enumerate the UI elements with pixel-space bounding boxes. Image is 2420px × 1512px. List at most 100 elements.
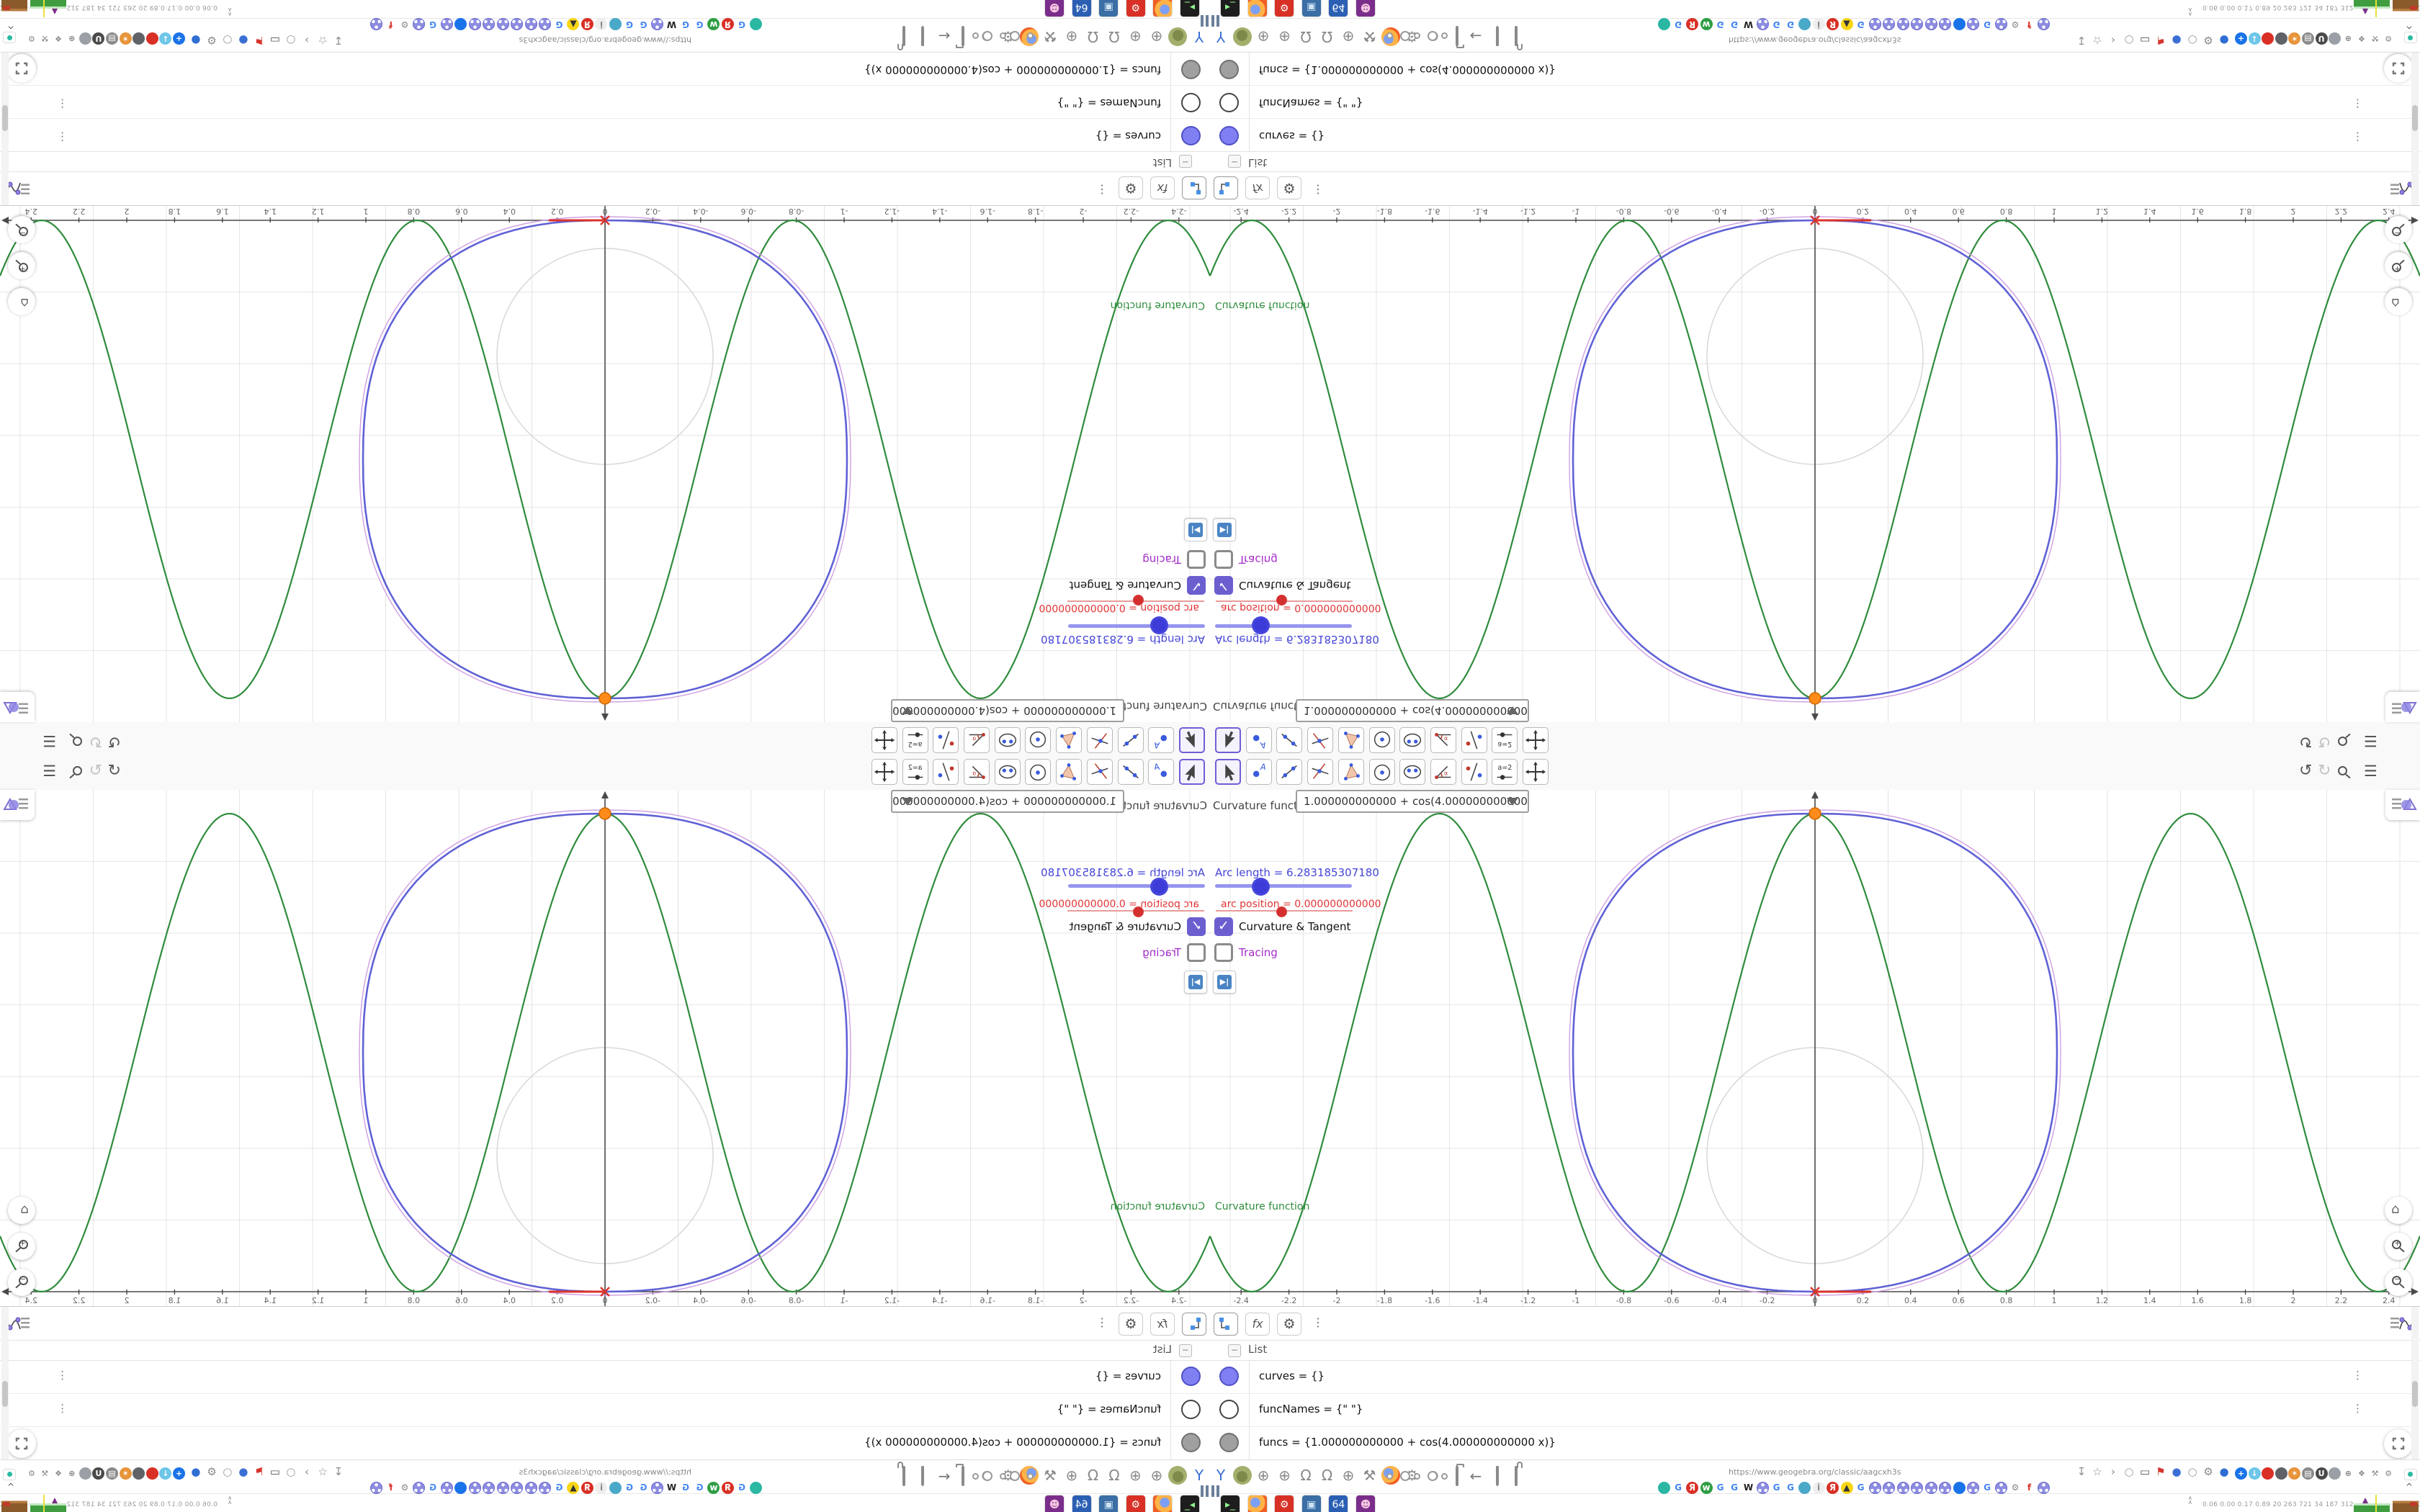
ublock-extension-icon[interactable]: U [2315,1467,2328,1480]
arc-length-slider-handle[interactable] [1150,878,1168,896]
search-icon[interactable] [2338,766,2347,775]
icon[interactable] [1010,1471,1020,1481]
wrench-extension-icon[interactable]: ⚒ [39,1467,51,1480]
tool-angle-button[interactable]: α [1430,759,1456,785]
gear-icon[interactable]: ⚙ [1119,176,1143,199]
google-favicon[interactable]: G [637,18,650,30]
chat-icon[interactable]: ● [2169,1464,2184,1479]
reader-icon[interactable]: ● [1168,1466,1188,1485]
globe-icon[interactable]: ⊕ [1062,27,1081,46]
google-favicon[interactable]: G [1785,18,1797,30]
puzzle-extension-icon[interactable]: ❖ [53,32,65,45]
wrench-extension-icon[interactable]: ⚒ [39,32,51,45]
red-badge-extension-icon[interactable] [2262,32,2275,45]
frame-icon[interactable]: ▭ [268,1464,282,1479]
google-favicon[interactable]: G [1672,1482,1685,1494]
collapse-list-button[interactable]: − [1179,1344,1192,1357]
tool-ellipse-button[interactable] [995,759,1021,785]
favicon[interactable] [750,18,762,30]
archive-extension-icon[interactable]: ▤ [2302,32,2314,45]
terminal-app-icon[interactable]: ▸_ [1220,1495,1240,1512]
pause-icon[interactable] [1198,15,1209,27]
circle-icon[interactable]: ○ [220,33,235,48]
yandex-favicon[interactable]: Я [581,18,593,30]
visibility-marker[interactable] [1181,1367,1201,1386]
function-input[interactable]: 1.000000000000 + cos(4.000000000000 x) [891,699,1124,722]
chevron-down-icon[interactable] [902,706,913,714]
google-favicon[interactable]: G [1770,1482,1783,1494]
shield-extension-icon[interactable] [79,32,91,45]
tool-line-button[interactable] [1118,759,1144,785]
algebra-row[interactable]: funcNames = {" "} ⋮ [1210,85,2420,119]
visibility-marker[interactable] [1219,1433,1239,1452]
graphics-style-card[interactable] [0,692,35,722]
globe-extension-icon[interactable]: ⊕ [2342,32,2354,45]
home-button[interactable]: ⌂ [2385,288,2412,315]
visibility-marker[interactable] [1219,126,1239,145]
puzzle-extension-icon[interactable]: ❖ [2355,32,2367,45]
info-favicon[interactable]: i [1812,1482,1825,1494]
terminal-app-icon[interactable]: ▸_ [1220,0,1240,17]
scrollbar-thumb[interactable] [2,105,8,131]
status-extension-icon[interactable] [2404,1469,2417,1480]
row-kebab-menu-icon[interactable]: ⋮ [57,1402,68,1415]
collapse-stats-icon[interactable]: ∧ ∧ [2188,6,2192,17]
google-favicon[interactable]: G [1785,1482,1797,1494]
circle-icon[interactable]: ○ [2122,1464,2136,1479]
tool-line-button[interactable] [1118,727,1144,753]
graphics-view[interactable]: -2.4 -2.2 -2 -1.8 -1.6 -1.4 -1.2 -1 -0.8 -0.6 -0.4… [1210,790,2420,1306]
url-text[interactable]: https://www.geogebra.org/classic/aagcxh3… [519,1467,691,1477]
download-icon[interactable]: ↧ [331,33,346,48]
globe-extension-icon[interactable]: ⊕ [66,32,78,45]
tool-line-button[interactable] [1276,727,1302,753]
globe-icon[interactable]: ⊕ [1276,1466,1294,1485]
zoom-in-button[interactable]: + [2385,1233,2412,1260]
geogebra-favicon[interactable] [1939,1482,1951,1494]
fx-icon[interactable]: fx [1245,176,1270,199]
arc-position-slider-handle[interactable] [1276,906,1287,917]
overflow-chevron-icon[interactable]: ^ [7,20,14,30]
geogebra-favicon[interactable] [1995,1482,2007,1494]
menu-burger-icon[interactable]: ☰ [2364,762,2378,780]
visibility-marker[interactable] [1181,1400,1201,1419]
tool-move-graphics-view-button[interactable] [871,759,897,785]
puzzle-extension-icon[interactable]: ❖ [2355,1467,2367,1480]
tool-reflection-button[interactable] [933,727,959,753]
google-favicon[interactable]: G [427,18,439,30]
back-icon[interactable]: ← [935,26,954,45]
ghost-app-icon[interactable]: ☻ [1044,0,1065,17]
algebra-row[interactable]: curves = {} ⋮ [0,1360,1210,1394]
wrench-icon[interactable]: ⚒ [1361,1466,1379,1485]
tool-line-button[interactable] [1276,759,1302,785]
tree-view-icon[interactable] [1182,1313,1206,1336]
redo-icon[interactable]: ↻ [2318,732,2331,750]
tool-slider-button[interactable]: a=2 [1492,727,1518,753]
pause-icon[interactable] [1211,15,1222,27]
tool-slider-button[interactable]: a=2 [1492,759,1518,785]
yandex-favicon[interactable]: Я [722,1482,734,1494]
reader-icon[interactable]: ● [1232,27,1252,46]
wrench-icon[interactable]: ⚒ [1041,27,1060,46]
tool-move-graphics-view-button[interactable] [1523,759,1549,785]
globe-extension-icon[interactable]: ⊕ [66,1467,78,1480]
zoom-out-button[interactable]: − [8,216,35,243]
menu-burger-icon[interactable]: ☰ [42,762,56,780]
gear-extension-icon[interactable]: ⚙ [2383,32,2395,45]
download-icon[interactable]: ↧ [2074,1464,2089,1479]
geogebra-favicon[interactable] [370,18,383,30]
settings-app-icon[interactable]: ⚙ [1125,1495,1146,1512]
algebra-wave-icon[interactable] [2389,174,2414,199]
gauge-icon[interactable]: Ω [1296,27,1315,46]
geogebra-favicon[interactable] [1939,18,1951,30]
pin-icon[interactable]: ⚑ [252,1464,266,1479]
yandex-favicon[interactable]: Я [1686,1482,1698,1494]
expand-icon[interactable]: › [300,1464,314,1479]
globe-icon[interactable]: ⊕ [1339,1466,1358,1485]
tool-move-button[interactable] [1215,727,1241,753]
tracing-checkbox[interactable] [1187,943,1206,962]
visibility-marker[interactable] [1219,93,1239,112]
tool-ellipse-button[interactable] [1399,759,1425,785]
google-favicon[interactable]: G [1714,18,1726,30]
icon[interactable] [972,1472,979,1480]
icon[interactable] [1400,31,1410,41]
